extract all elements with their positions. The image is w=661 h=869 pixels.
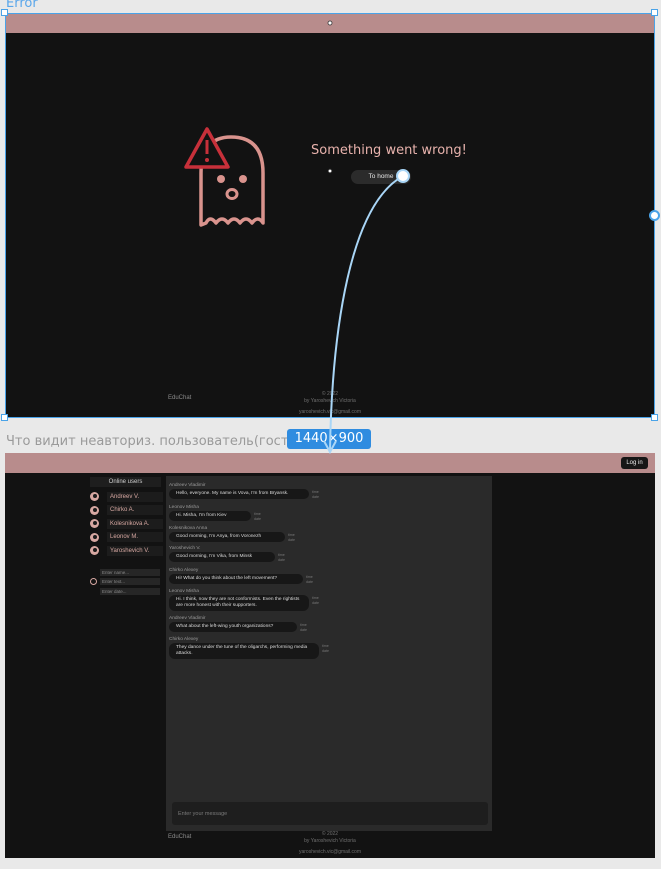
login-button[interactable]: Log in: [621, 457, 648, 469]
message-bubble: They dance under the tune of the oligarc…: [169, 643, 319, 659]
user-name: Kolesnikova A.: [107, 518, 163, 529]
user-item[interactable]: Chirko A.: [90, 504, 165, 518]
message-item: Chirko Alexey Hi! What do you think abou…: [169, 567, 313, 584]
resize-handle-bottom-left[interactable]: [1, 414, 8, 421]
message-author: Chirko Alexey: [169, 568, 199, 573]
message-timestamp: time date: [306, 575, 313, 584]
user-name: Leonov M.: [107, 532, 163, 543]
filter-date-input[interactable]: [100, 587, 160, 595]
message-author: Chirko Alexey: [169, 637, 199, 642]
message-item: Chirko Alexey They dance under the tune …: [169, 636, 329, 659]
message-bubble: Hi! What do you think about the left mov…: [169, 574, 303, 584]
message-timestamp: time date: [254, 512, 261, 521]
avatar-icon: [90, 505, 99, 515]
chat-frame-label[interactable]: Что видит неавториз. пользователь(гость): [6, 434, 301, 449]
message-timestamp: time date: [300, 623, 307, 632]
footer-email[interactable]: yaroshevich.vic@gmail.com: [250, 849, 410, 856]
frame-size-badge: 1440×900: [287, 429, 371, 449]
user-item[interactable]: Andreev V.: [90, 490, 165, 504]
user-name: Yaroshevich V.: [107, 545, 163, 556]
error-page-frame: Something went wrong! To home EduChat © …: [5, 13, 655, 418]
message-author: Kolesnikova Anna: [169, 526, 208, 531]
online-users-sidebar: Online users Andreev V. Chirko A. Kolesn…: [90, 477, 165, 596]
message-bubble: Good morning, I'm Anya, from Voronezh: [169, 532, 285, 542]
user-name: Andreev V.: [107, 491, 163, 502]
message-timestamp: time date: [312, 490, 319, 499]
message-input[interactable]: [172, 802, 488, 825]
message-author: Andreev Vladimir: [169, 483, 206, 488]
filter-radio-button[interactable]: [90, 578, 97, 586]
avatar-icon: [90, 546, 99, 556]
message-author: Leonov Misha: [169, 505, 199, 510]
footer-info: © 2022 by Yaroshevich Victoria yaroshevi…: [250, 831, 410, 856]
resize-handle-top-left[interactable]: [1, 9, 8, 16]
message-item: Kolesnikova Anna Good morning, I'm Anya,…: [169, 525, 295, 542]
footer-info: © 2022 by Yaroshevich Victoria yaroshevi…: [250, 391, 410, 416]
message-timestamp: time date: [312, 596, 319, 605]
error-message: Something went wrong!: [311, 143, 467, 158]
chat-messages-panel: Andreev Vladimir Hello, everyone. My nam…: [166, 476, 492, 831]
to-home-button[interactable]: To home: [351, 170, 411, 184]
filter-name-input[interactable]: [100, 568, 160, 576]
filter-text-input[interactable]: [100, 578, 160, 586]
footer-logo: EduChat: [168, 834, 192, 840]
message-item: Yaroshevich V. Good morning, I'm Vika, f…: [169, 545, 285, 562]
message-item: Leonov Misha Hi. Misha, I'm from Kiev ti…: [169, 504, 261, 521]
message-timestamp: time date: [278, 553, 285, 562]
message-bubble: Hi. I think, now they are not conformist…: [169, 595, 309, 611]
prototype-connection-handle[interactable]: [649, 210, 660, 221]
footer-copyright: © 2022: [321, 831, 339, 837]
message-bubble: Good morning, I'm Vika, from Minsk: [169, 552, 275, 562]
user-item[interactable]: Yaroshevich V.: [90, 544, 165, 558]
footer-logo: EduChat: [168, 395, 192, 401]
footer-author: by Yaroshevich Victoria: [304, 398, 356, 404]
user-name: Chirko A.: [107, 505, 163, 516]
header-bar: Log in: [5, 453, 655, 473]
footer-copyright: © 2022: [321, 391, 339, 397]
header-bar: [5, 13, 655, 33]
message-bubble: What about the left-wing youth organizat…: [169, 622, 297, 632]
message-bubble: Hi. Misha, I'm from Kiev: [169, 511, 251, 521]
message-timestamp: time date: [322, 644, 329, 653]
message-item: Andreev Vladimir Hello, everyone. My nam…: [169, 482, 319, 499]
footer-author: by Yaroshevich Victoria: [304, 838, 356, 844]
message-author: Yaroshevich V.: [169, 546, 201, 551]
resize-handle-bottom-right[interactable]: [651, 414, 658, 421]
message-item: Leonov Misha Hi. I think, now they are n…: [169, 588, 319, 611]
user-item[interactable]: Leonov M.: [90, 531, 165, 545]
message-timestamp: time date: [288, 533, 295, 542]
user-item[interactable]: Kolesnikova A.: [90, 517, 165, 531]
avatar-icon: [90, 492, 99, 502]
message-author: Leonov Misha: [169, 589, 199, 594]
error-frame-label[interactable]: Error: [6, 0, 38, 11]
message-bubble: Hello, everyone. My name is Vova, I'm fr…: [169, 489, 309, 499]
avatar-icon: [90, 519, 99, 529]
footer-email[interactable]: yaroshevich.vic@gmail.com: [250, 409, 410, 416]
ghost-warning-icon: [184, 127, 265, 227]
online-users-title: Online users: [90, 477, 161, 487]
avatar-icon: [90, 532, 99, 542]
chat-page-frame: Log in Online users Andreev V. Chirko A.…: [5, 453, 655, 858]
resize-handle-top-right[interactable]: [651, 9, 658, 16]
filter-panel: [90, 568, 165, 597]
message-author: Andreev Vladimir: [169, 616, 206, 621]
message-item: Andreev Vladimir What about the left-win…: [169, 615, 307, 632]
